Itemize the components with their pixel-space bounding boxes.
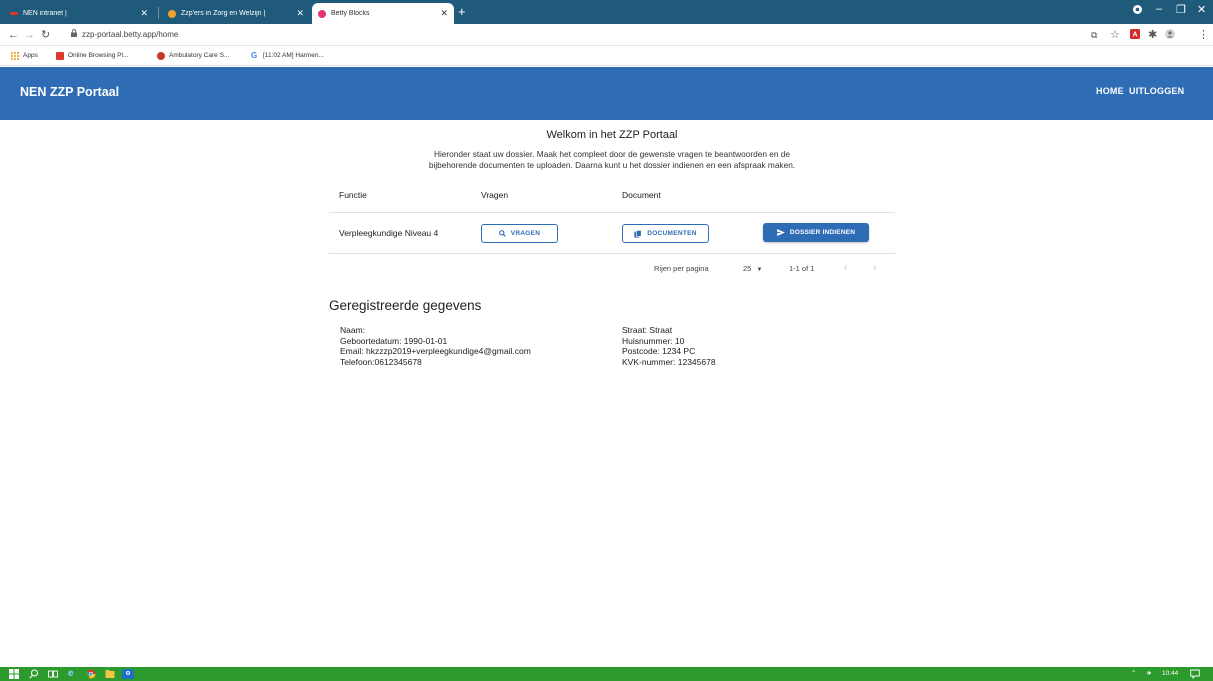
apps-grid-icon xyxy=(11,52,19,60)
svg-text:A: A xyxy=(1132,32,1137,39)
column-header-vragen: Vragen xyxy=(481,190,509,200)
forward-arrow-icon[interactable]: → xyxy=(24,28,35,42)
page-title: Welkom in het ZZP Portaal xyxy=(546,129,678,141)
intro-line: Hieronder staat uw dossier. Maak het com… xyxy=(433,149,791,159)
dossier-indienen-button[interactable]: DOSSIER INDIENEN xyxy=(763,223,869,242)
pdf-extension-icon[interactable]: A xyxy=(1130,29,1140,43)
bookmark-online-browsing[interactable]: Online Browsing Pl... xyxy=(56,50,128,62)
dropdown-arrow-icon: ▼ xyxy=(756,267,763,273)
internet-explorer-icon[interactable]: e xyxy=(68,669,78,679)
minimize-icon[interactable]: – xyxy=(1156,3,1162,15)
dossier-indienen-label: DOSSIER INDIENEN xyxy=(789,229,856,236)
tab-divider xyxy=(158,7,159,19)
volume-icon[interactable]: 🕪 xyxy=(1147,669,1151,679)
birthdate-line: Geboortedatum: 1990-01-01 xyxy=(340,335,448,346)
lock-icon xyxy=(71,29,77,37)
tab-title: Betty Blocks xyxy=(331,10,370,17)
personal-details: Naam: Geboortedatum: 1990-01-01 Email: h… xyxy=(340,325,531,367)
functie-cell: Verpleegkundige Niveau 4 xyxy=(339,228,439,238)
column-header-functie: Functie xyxy=(339,190,367,200)
kvk-number-line: KVK-nummer: 12345678 xyxy=(622,356,716,367)
new-tab-button[interactable]: + xyxy=(458,4,466,20)
tab-title: NEN intranet | xyxy=(23,10,67,17)
zzp-favicon-icon xyxy=(168,9,176,18)
browser-tab-strip: NEN intranet | ✕ Zzp'ers in Zorg en Welz… xyxy=(0,0,1213,24)
task-view-icon[interactable] xyxy=(48,669,58,679)
nen-favicon-icon xyxy=(10,12,18,15)
close-icon[interactable]: ✕ xyxy=(296,8,304,19)
profile-icon[interactable] xyxy=(1133,5,1142,17)
bookmark-ambulatory-care[interactable]: Ambulatory Care S... xyxy=(157,50,229,62)
nav-logout-link[interactable]: UITLOGGEN xyxy=(1129,86,1184,96)
column-header-document: Document xyxy=(622,190,661,200)
extensions-puzzle-icon[interactable]: ✱ xyxy=(1148,28,1157,42)
search-icon[interactable] xyxy=(29,669,39,679)
email-line: Email: hkzzzp2019+verpleegkundige4@gmail… xyxy=(340,346,531,356)
file-explorer-icon[interactable] xyxy=(105,669,115,679)
app-title: NEN ZZP Portaal xyxy=(20,85,120,99)
documents-icon xyxy=(634,229,642,238)
address-details: Straat: Straat Huisnummer: 10 Postcode: … xyxy=(622,325,716,367)
windows-taskbar: e o ⌃ 🕪 10:44 xyxy=(0,667,1213,681)
bookmark-star-icon[interactable]: ☆ xyxy=(1110,28,1120,42)
dossier-table-header: Functie Vragen Document xyxy=(329,185,895,213)
search-icon xyxy=(498,230,506,237)
close-icon[interactable]: ✕ xyxy=(440,8,448,19)
intro-line: bijbehorende documenten te uploaden. Daa… xyxy=(428,160,796,170)
pagination: Rijen per pagina 25 ▼ 1-1 of 1 ‹ › xyxy=(329,262,895,276)
account-icon[interactable] xyxy=(1165,29,1175,43)
vragen-button-label: VRAGEN xyxy=(510,230,541,237)
documenten-button-label: DOCUMENTEN xyxy=(647,230,697,237)
menu-kebab-icon[interactable]: ⋮ xyxy=(1198,28,1209,42)
table-row: Verpleegkundige Niveau 4 VRAGEN DOCUMENT… xyxy=(329,214,895,254)
browser-tab-zzpers[interactable]: Zzp'ers in Zorg en Welzijn | ✕ xyxy=(162,3,310,24)
app-header: NEN ZZP Portaal HOME UITLOGGEN xyxy=(0,67,1213,120)
phone-line: Telefoon:0612345678 xyxy=(340,356,422,367)
tab-title: Zzp'ers in Zorg en Welzijn | xyxy=(181,10,266,17)
registered-data-title: Geregistreerde gegevens xyxy=(329,298,482,313)
online-browsing-icon xyxy=(56,52,64,60)
notifications-icon[interactable] xyxy=(1190,669,1200,679)
close-icon[interactable]: ✕ xyxy=(140,8,148,19)
bookmark-apps[interactable]: Apps xyxy=(11,50,38,62)
reload-icon[interactable]: ↻ xyxy=(41,28,50,42)
translate-icon[interactable]: ⧉ xyxy=(1091,28,1097,42)
postcode-line: Postcode: 1234 PC xyxy=(622,346,696,356)
tray-chevron-icon[interactable]: ⌃ xyxy=(1131,669,1136,679)
bookmark-google-search[interactable]: G [11:02 AM] Harmen... xyxy=(251,50,324,62)
taskbar-clock[interactable]: 10:44 xyxy=(1162,669,1178,679)
intro-text: Hieronder staat uw dossier. Maak het com… xyxy=(329,149,895,171)
ambulatory-care-icon xyxy=(157,52,165,60)
windows-start-icon[interactable] xyxy=(9,669,19,679)
next-page-icon[interactable]: › xyxy=(873,262,876,273)
browser-toolbar: ← → ↻ zzp-portaal.betty.app/home ⧉ ☆ A ✱… xyxy=(0,24,1213,46)
bookmark-label: Apps xyxy=(23,52,38,59)
rows-per-page-value: 25 xyxy=(743,264,752,273)
name-line: Naam: xyxy=(340,325,366,335)
bookmark-label: [11:02 AM] Harmen... xyxy=(263,52,324,59)
bookmark-label: Online Browsing Pl... xyxy=(68,52,129,59)
house-number-line: Huisnummer: 10 xyxy=(622,335,685,346)
rows-per-page-select[interactable]: 25 ▼ xyxy=(743,264,762,273)
bookmarks-bar: Apps Online Browsing Pl... Ambulatory Ca… xyxy=(0,46,1213,66)
betty-blocks-favicon-icon xyxy=(318,9,326,18)
outlook-icon[interactable]: o xyxy=(122,669,134,679)
documenten-button[interactable]: DOCUMENTEN xyxy=(622,224,709,243)
bookmark-label: Ambulatory Care S... xyxy=(169,52,230,59)
google-icon: G xyxy=(251,51,258,60)
previous-page-icon[interactable]: ‹ xyxy=(844,262,847,273)
send-icon xyxy=(776,229,785,236)
back-arrow-icon[interactable]: ← xyxy=(8,28,19,42)
address-bar[interactable]: zzp-portaal.betty.app/home xyxy=(82,28,178,42)
street-line: Straat: Straat xyxy=(622,325,673,335)
restore-icon[interactable]: ❐ xyxy=(1176,3,1186,16)
browser-tab-nen-intranet[interactable]: NEN intranet | ✕ xyxy=(4,3,154,24)
browser-tab-betty-blocks[interactable]: Betty Blocks ✕ xyxy=(312,3,454,24)
window-close-icon[interactable]: ✕ xyxy=(1197,3,1206,16)
vragen-button[interactable]: VRAGEN xyxy=(481,224,558,243)
rows-per-page-label: Rijen per pagina xyxy=(654,264,709,273)
chrome-icon[interactable] xyxy=(86,669,96,679)
pagination-range: 1-1 of 1 xyxy=(789,264,815,273)
nav-home-link[interactable]: HOME xyxy=(1096,86,1124,96)
